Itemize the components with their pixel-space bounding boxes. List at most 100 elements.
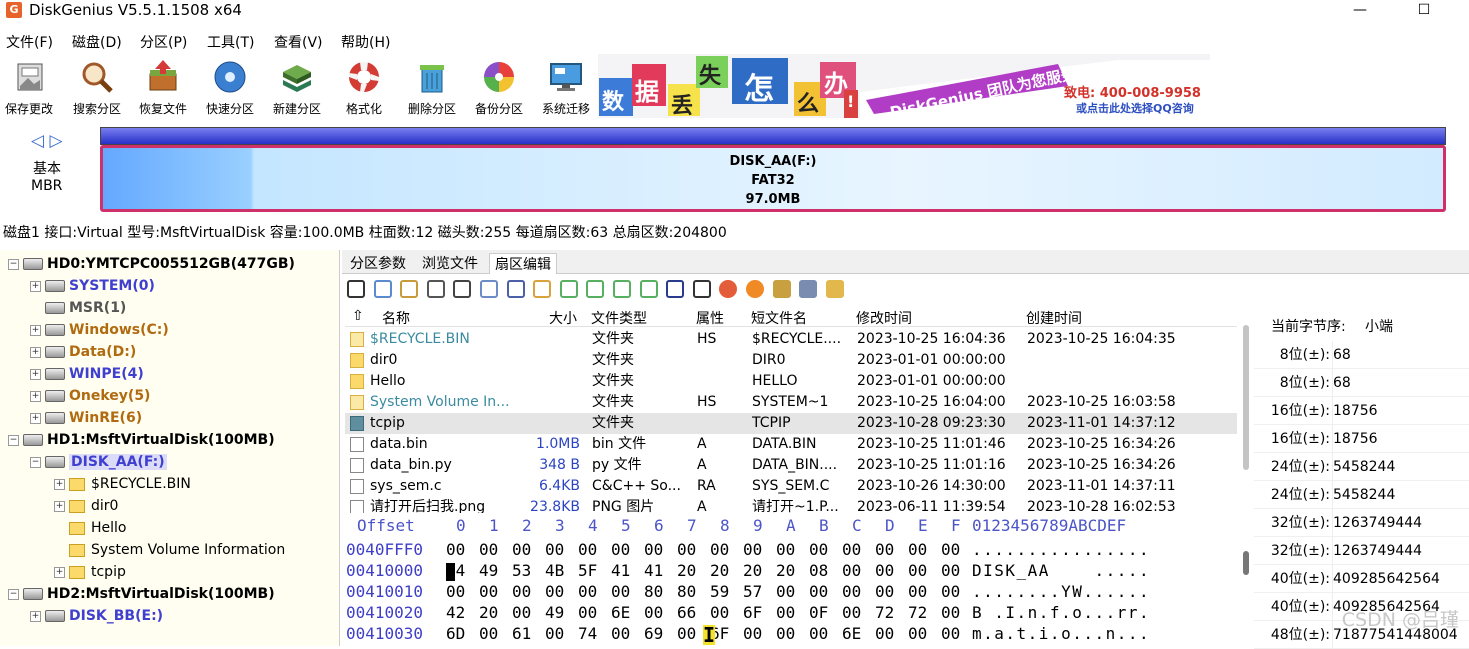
hex-byte[interactable]: 00	[908, 623, 927, 644]
tree-partition-node[interactable]: + Data(D:)	[30, 341, 136, 363]
tree-partition-node[interactable]: + Windows(C:)	[30, 319, 169, 341]
hex-byte[interactable]: 6D	[446, 623, 465, 644]
search-partition-button[interactable]: 搜索分区	[66, 56, 128, 120]
system-migration-button[interactable]: 系统迁移	[535, 56, 597, 120]
hex-byte[interactable]: 00	[446, 539, 465, 560]
expand-toggle-icon[interactable]: +	[54, 566, 65, 578]
hex-byte[interactable]: 6E	[611, 602, 630, 623]
hex-byte[interactable]: 00	[611, 581, 630, 602]
tree-disk-node[interactable]: − HD0:YMTCPC005512GB(477GB)	[8, 253, 295, 275]
menu-tools[interactable]: 工具(T)	[207, 32, 254, 52]
tree-partition-node[interactable]: + DISK_BB(E:)	[30, 605, 163, 627]
minimize-button[interactable]: —	[1338, 0, 1382, 20]
hex-byte[interactable]: 72	[875, 602, 894, 623]
banner-qq-link[interactable]: 或点击此处选择QQ咨询	[1076, 100, 1194, 116]
hex-byte[interactable]: 80	[644, 581, 663, 602]
find-hex-icon[interactable]	[480, 280, 498, 298]
hex-byte[interactable]: 5F	[578, 560, 597, 581]
tab-partition-params[interactable]: 分区参数	[345, 253, 411, 274]
hex-byte[interactable]: 57	[743, 581, 762, 602]
hex-byte[interactable]: 00	[842, 602, 861, 623]
hex-byte[interactable]: 00	[875, 623, 894, 644]
file-row[interactable]: System Volume In... 文件夹 HS SYSTEM~1 2023-10-…	[345, 392, 1237, 413]
up-level-icon[interactable]: ⇧	[352, 308, 364, 324]
file-row[interactable]: 请打开后扫我.png 23.8KB PNG 图片 A 请打开~1.P... 2023-06…	[345, 497, 1237, 513]
inspector-value[interactable]: 409285642564	[1332, 565, 1440, 593]
hex-byte[interactable]: 00	[941, 539, 960, 560]
expand-toggle-icon[interactable]: +	[30, 390, 41, 402]
menu-file[interactable]: 文件(F)	[6, 32, 53, 52]
hex-ascii[interactable]: B .I.n.f.o...rr.	[972, 602, 1150, 623]
hex-byte[interactable]: 00	[875, 539, 894, 560]
hex-byte[interactable]: 00	[611, 623, 630, 644]
hex-byte[interactable]: 00	[908, 539, 927, 560]
hex-byte[interactable]: 20	[677, 560, 696, 581]
new-partition-button[interactable]: 新建分区	[266, 56, 328, 120]
expand-toggle-icon[interactable]: −	[30, 456, 41, 468]
hex-byte[interactable]: 00	[908, 581, 927, 602]
hex-byte[interactable]: 20	[743, 560, 762, 581]
col-type[interactable]: 文件类型	[591, 308, 647, 328]
tree-folder-node[interactable]: + tcpip	[54, 561, 126, 583]
hex-byte[interactable]: 41	[611, 560, 630, 581]
expand-toggle-icon[interactable]: −	[8, 258, 19, 270]
hex-byte[interactable]: 00	[545, 539, 564, 560]
col-attr[interactable]: 属性	[696, 308, 724, 328]
hex-byte[interactable]: 00	[776, 539, 795, 560]
file-row[interactable]: dir0 文件夹 DIR0 2023-01-01 00:00:00	[345, 350, 1237, 371]
hex-byte[interactable]: 00	[677, 539, 696, 560]
col-modified[interactable]: 修改时间	[856, 308, 912, 328]
hex-byte[interactable]: 00	[941, 560, 960, 581]
hex-byte[interactable]: 00	[644, 602, 663, 623]
hex-row[interactable]: 00410000 44 49 53 4B 5F 41 41 20 20 20 20 08 00 00 00 00…	[343, 560, 1243, 581]
hex-byte[interactable]: 00	[941, 581, 960, 602]
pie-chart-icon[interactable]	[719, 280, 738, 298]
tree-folder-node[interactable]: +Hello	[54, 517, 127, 539]
hex-editor[interactable]: Offset 0 1 2 3 4 5 6 7 8 9 A B C D E F 0123456789ABCDEF 0…	[343, 515, 1243, 646]
expand-toggle-icon[interactable]: +	[30, 280, 41, 292]
forward-icon[interactable]	[692, 280, 711, 298]
copy-sectors-icon[interactable]	[772, 280, 791, 298]
hex-row[interactable]: 00410010 00 00 00 00 00 00 80 80 59 57 00 00 00 00 00 00…	[343, 581, 1243, 602]
inspector-value[interactable]: 68	[1332, 369, 1351, 397]
hex-row[interactable]: 00410030 6D 00 61 00 74 00 69 00 6F 00 00 00 6E 00 00 00…	[343, 623, 1243, 644]
hex-ascii[interactable]: ................	[972, 539, 1150, 560]
hex-byte[interactable]: 00	[710, 602, 729, 623]
hex-byte[interactable]: 00	[908, 560, 927, 581]
last-icon[interactable]	[639, 280, 658, 298]
back-icon[interactable]	[666, 280, 685, 298]
hex-byte[interactable]: 53	[512, 560, 531, 581]
hex-byte[interactable]: 6E	[842, 623, 861, 644]
expand-toggle-icon[interactable]: +	[54, 478, 65, 490]
save-icon[interactable]	[347, 280, 365, 298]
col-short-name[interactable]: 短文件名	[751, 308, 807, 328]
hex-byte[interactable]: 72	[908, 602, 927, 623]
copy-icon[interactable]	[373, 280, 392, 298]
hex-byte[interactable]: 42	[446, 602, 465, 623]
hex-byte[interactable]: 59	[710, 581, 729, 602]
hex-ascii[interactable]: DISK_AA .....	[972, 560, 1150, 581]
file-row[interactable]: sys_sem.c 6.4KB C&C++ So... RA SYS_SEM.C 2023…	[345, 476, 1237, 497]
hex-byte[interactable]: 49	[479, 560, 498, 581]
file-row[interactable]: data_bin.py 348 B py 文件 A DATA_BIN.... 2023-1…	[345, 455, 1237, 476]
hex-scrollbar[interactable]	[1243, 551, 1249, 575]
hex-row[interactable]: 00410020 42 20 00 49 00 6E 00 66 00 6F 00 0F 00 72 72 00…	[343, 602, 1243, 623]
col-name[interactable]: 名称	[382, 308, 410, 328]
select-block-icon[interactable]	[533, 280, 552, 298]
hex-byte[interactable]: 00	[842, 560, 861, 581]
inspector-value[interactable]: 18756	[1332, 397, 1378, 425]
tree-partition-node[interactable]: − DISK_AA(F:)	[30, 451, 167, 473]
disk-nav-arrows-icon[interactable]: ◁ ▷	[31, 131, 63, 151]
hex-byte[interactable]: 00	[776, 602, 795, 623]
inspector-value[interactable]: 68	[1332, 341, 1351, 369]
hex-byte[interactable]: 00	[512, 581, 531, 602]
hex-ascii[interactable]: ........YW......	[972, 581, 1150, 602]
inspector-value[interactable]: 1263749444	[1332, 537, 1422, 565]
find-icon[interactable]	[453, 280, 472, 298]
expand-toggle-icon[interactable]: +	[30, 346, 41, 358]
hex-byte[interactable]: 00	[545, 581, 564, 602]
file-row[interactable]: tcpip 文件夹 TCPIP 2023-10-28 09:23:30 2023-11-…	[345, 413, 1237, 434]
open-folder-icon[interactable]	[825, 280, 844, 298]
menu-disk[interactable]: 磁盘(D)	[72, 32, 122, 52]
tab-browse-files[interactable]: 浏览文件	[417, 253, 483, 274]
